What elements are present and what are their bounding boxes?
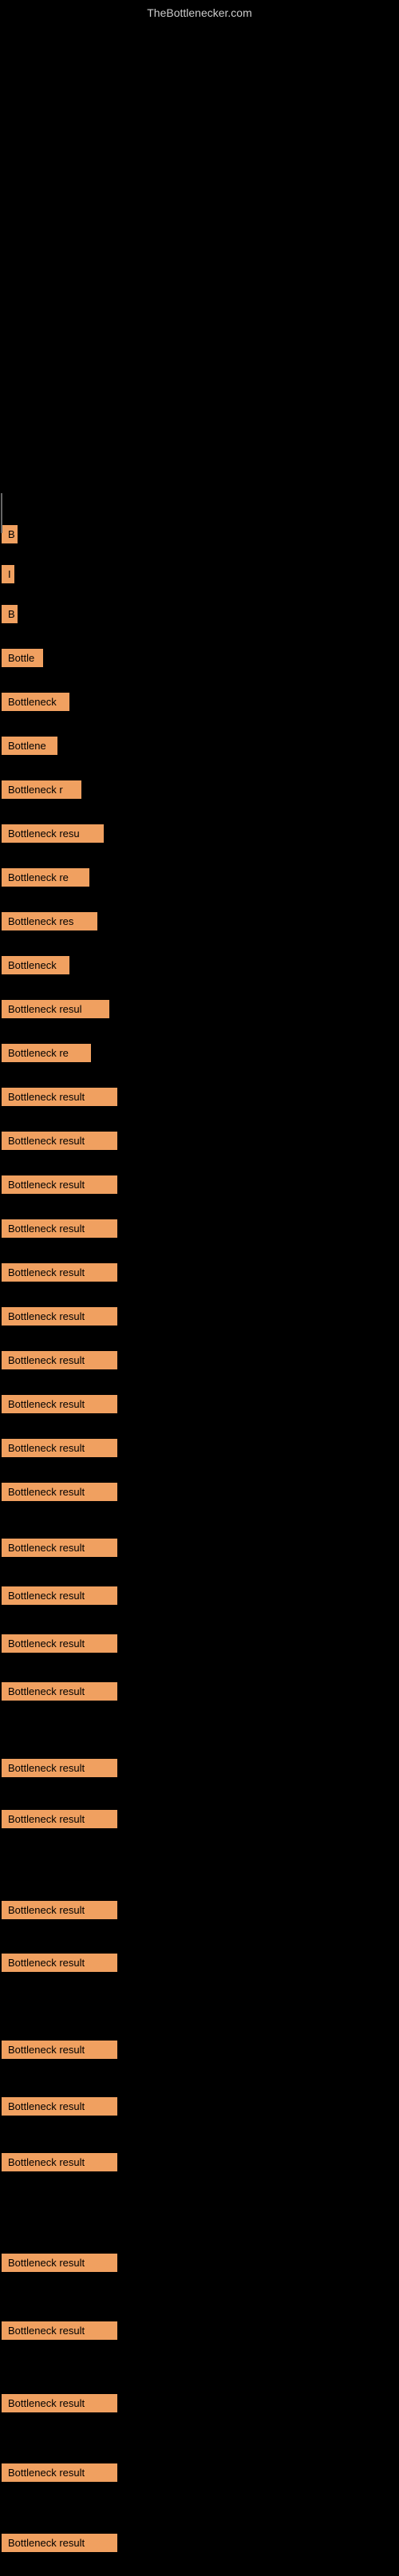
bottleneck-label-21: Bottleneck result <box>2 1395 117 1413</box>
bottleneck-label-12: Bottleneck resul <box>2 1000 109 1018</box>
bottleneck-label-29: Bottleneck result <box>2 1810 117 1828</box>
bottleneck-label-25: Bottleneck result <box>2 1586 117 1605</box>
bottleneck-label-31: Bottleneck result <box>2 1954 117 1972</box>
bottleneck-label-10: Bottleneck res <box>2 912 97 930</box>
bottleneck-label-6: Bottlene <box>2 737 57 755</box>
bottleneck-label-4: Bottle <box>2 649 43 667</box>
bottleneck-label-7: Bottleneck r <box>2 780 81 799</box>
bottleneck-label-2: I <box>2 565 14 583</box>
bottleneck-label-3: B <box>2 605 18 623</box>
bottleneck-label-26: Bottleneck result <box>2 1634 117 1653</box>
bottleneck-label-11: Bottleneck <box>2 956 69 974</box>
bottleneck-label-28: Bottleneck result <box>2 1759 117 1777</box>
bottleneck-label-8: Bottleneck resu <box>2 824 104 843</box>
bottleneck-label-24: Bottleneck result <box>2 1539 117 1557</box>
bottleneck-label-14: Bottleneck result <box>2 1088 117 1106</box>
bottleneck-label-15: Bottleneck result <box>2 1132 117 1150</box>
bottleneck-label-17: Bottleneck result <box>2 1219 117 1238</box>
bottleneck-label-30: Bottleneck result <box>2 1901 117 1919</box>
bottleneck-label-32: Bottleneck result <box>2 2041 117 2059</box>
bottleneck-label-36: Bottleneck result <box>2 2321 117 2340</box>
bottleneck-label-22: Bottleneck result <box>2 1439 117 1457</box>
bottleneck-label-39: Bottleneck result <box>2 2534 117 2552</box>
bottleneck-label-13: Bottleneck re <box>2 1044 91 1062</box>
bottleneck-label-9: Bottleneck re <box>2 868 89 887</box>
bottleneck-label-20: Bottleneck result <box>2 1351 117 1369</box>
bottleneck-label-23: Bottleneck result <box>2 1483 117 1501</box>
bottleneck-label-27: Bottleneck result <box>2 1682 117 1701</box>
bottleneck-label-1: B <box>2 525 18 543</box>
bottleneck-label-38: Bottleneck result <box>2 2463 117 2482</box>
site-title: TheBottlenecker.com <box>0 0 399 22</box>
bottleneck-label-34: Bottleneck result <box>2 2153 117 2171</box>
bottleneck-label-35: Bottleneck result <box>2 2254 117 2272</box>
bottleneck-label-16: Bottleneck result <box>2 1175 117 1194</box>
bottleneck-label-5: Bottleneck <box>2 693 69 711</box>
bottleneck-label-33: Bottleneck result <box>2 2097 117 2116</box>
bottleneck-label-19: Bottleneck result <box>2 1307 117 1326</box>
bottleneck-label-18: Bottleneck result <box>2 1263 117 1282</box>
bottleneck-label-37: Bottleneck result <box>2 2394 117 2412</box>
